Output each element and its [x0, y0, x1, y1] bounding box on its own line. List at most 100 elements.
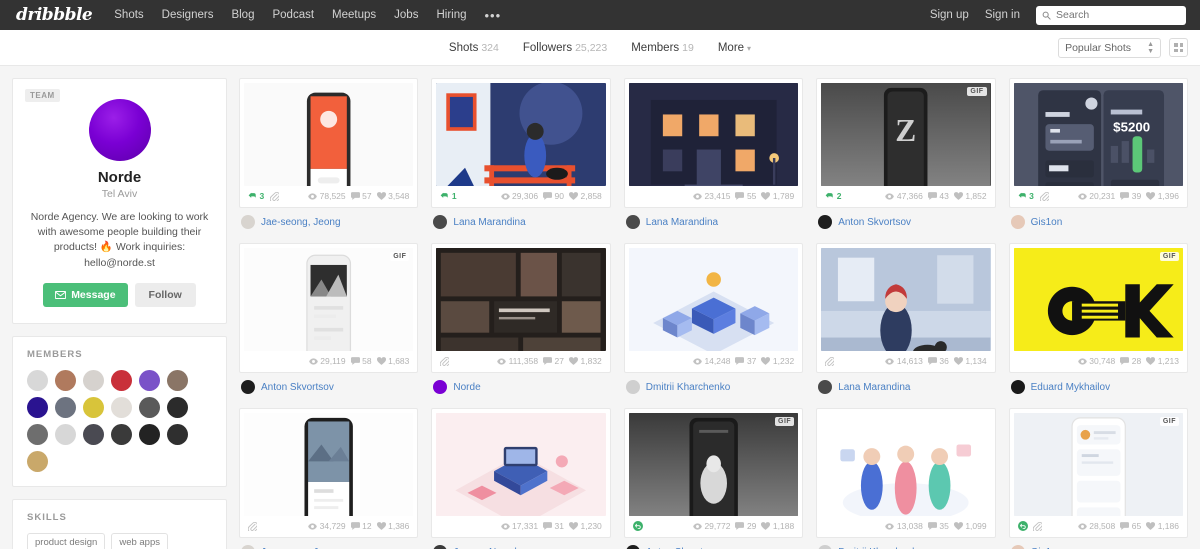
tab-members[interactable]: Members19 [631, 42, 694, 54]
dribbble-logo[interactable]: dribbble [10, 5, 92, 25]
shot-author[interactable]: Jae-seong, Jeong [239, 208, 418, 229]
shot-author-name[interactable]: Lana Marandina [646, 217, 718, 228]
member-avatar[interactable] [83, 397, 104, 418]
shot-author-name[interactable]: Norde [453, 382, 480, 393]
shot-author[interactable]: Joanna Nowak [431, 538, 610, 549]
member-avatar[interactable] [55, 424, 76, 445]
shot-author[interactable]: Anton Skvortsov [816, 208, 995, 229]
shot-thumbnail-wrapper[interactable]: GIF 28,508 65 1,186 [1009, 408, 1188, 538]
shot-card[interactable]: 13,038 35 1,099 Dmitrii Kharchenko [816, 408, 995, 549]
shot-card[interactable]: GIF 29,772 29 1,188 Anton Skvortsov [624, 408, 803, 549]
shot-author-name[interactable]: Anton Skvortsov [261, 382, 334, 393]
sort-select[interactable]: Popular Shots ▲▼ [1058, 38, 1161, 58]
shot-author[interactable]: Lana Marandina [431, 208, 610, 229]
member-avatar[interactable] [167, 397, 188, 418]
shot-thumbnail[interactable] [821, 413, 990, 516]
shot-thumbnail[interactable]: GIF [244, 248, 413, 351]
shot-author-name[interactable]: Dmitrii Kharchenko [646, 382, 730, 393]
member-avatar[interactable] [139, 370, 160, 391]
nav-link-hiring[interactable]: Hiring [436, 9, 466, 21]
shot-thumbnail-wrapper[interactable]: 34,729 12 1,386 [239, 408, 418, 538]
tab-followers[interactable]: Followers25,223 [523, 42, 607, 54]
shot-thumbnail[interactable]: GIF [629, 413, 798, 516]
nav-link-jobs[interactable]: Jobs [394, 9, 418, 21]
shot-thumbnail-wrapper[interactable]: GIF 30,748 28 1,213 [1009, 243, 1188, 373]
nav-link-podcast[interactable]: Podcast [272, 9, 314, 21]
skill-chip[interactable]: web apps [111, 533, 168, 549]
tab-shots[interactable]: Shots324 [449, 42, 499, 54]
shot-thumbnail-wrapper[interactable]: Z GIF 2 47,366 43 1,852 [816, 78, 995, 208]
member-avatar[interactable] [167, 370, 188, 391]
shot-card[interactable]: 14,613 36 1,134 Lana Marandina [816, 243, 995, 394]
shot-thumbnail-wrapper[interactable]: GIF 29,772 29 1,188 [624, 408, 803, 538]
shot-author[interactable]: Gis1on [1009, 538, 1188, 549]
shot-thumbnail[interactable]: GIF [1014, 413, 1183, 516]
member-avatar[interactable] [83, 370, 104, 391]
shot-thumbnail[interactable] [436, 248, 605, 351]
shot-author[interactable]: Norde [431, 373, 610, 394]
sign-in-link[interactable]: Sign in [985, 9, 1020, 21]
shot-card[interactable]: 3 78,525 57 3,548 Jae-seong, Jeong [239, 78, 418, 229]
shot-card[interactable]: 17,331 31 1,230 Joanna Nowak [431, 408, 610, 549]
shot-card[interactable]: 1 29,306 90 2,858 Lana Marandina [431, 78, 610, 229]
member-avatar[interactable] [139, 397, 160, 418]
shot-author[interactable]: Eduard Mykhailov [1009, 373, 1188, 394]
shot-card[interactable]: 34,729 12 1,386 Jae-seong, Jeong [239, 408, 418, 549]
member-avatar[interactable] [111, 370, 132, 391]
shot-author[interactable]: Lana Marandina [816, 373, 995, 394]
shot-thumbnail[interactable] [821, 248, 990, 351]
member-avatar[interactable] [111, 424, 132, 445]
member-avatar[interactable] [83, 424, 104, 445]
shot-author[interactable]: Dmitrii Kharchenko [624, 373, 803, 394]
search-box[interactable] [1036, 6, 1186, 25]
shot-author-name[interactable]: Eduard Mykhailov [1031, 382, 1110, 393]
shot-thumbnail-wrapper[interactable]: $5200 3 20,231 39 1,396 [1009, 78, 1188, 208]
follow-button[interactable]: Follow [135, 283, 196, 307]
shot-author[interactable]: Anton Skvortsov [239, 373, 418, 394]
nav-link-shots[interactable]: Shots [114, 9, 143, 21]
shot-author[interactable]: Jae-seong, Jeong [239, 538, 418, 549]
shot-thumbnail[interactable] [436, 413, 605, 516]
member-avatar[interactable] [111, 397, 132, 418]
tab-more[interactable]: More▾ [718, 42, 751, 54]
shot-author[interactable]: Lana Marandina [624, 208, 803, 229]
shot-thumbnail[interactable] [629, 248, 798, 351]
nav-link-designers[interactable]: Designers [162, 9, 214, 21]
shot-thumbnail-wrapper[interactable]: 111,358 27 1,832 [431, 243, 610, 373]
member-avatar[interactable] [139, 424, 160, 445]
shot-author-name[interactable]: Lana Marandina [453, 217, 525, 228]
ellipsis-icon[interactable]: ••• [485, 8, 502, 23]
shot-thumbnail-wrapper[interactable]: 1 29,306 90 2,858 [431, 78, 610, 208]
member-avatar[interactable] [27, 370, 48, 391]
member-avatar[interactable] [27, 451, 48, 472]
shot-thumbnail-wrapper[interactable]: 14,613 36 1,134 [816, 243, 995, 373]
member-avatar[interactable] [27, 424, 48, 445]
shot-card[interactable]: $5200 3 20,231 39 1,396 Gis1on [1009, 78, 1188, 229]
shot-card[interactable]: GIF 29,119 58 1,683 Anton Skvortsov [239, 243, 418, 394]
shot-author-name[interactable]: Anton Skvortsov [838, 217, 911, 228]
shot-thumbnail-wrapper[interactable]: 23,415 55 1,789 [624, 78, 803, 208]
message-button[interactable]: Message [43, 283, 127, 307]
member-avatar[interactable] [55, 370, 76, 391]
shot-thumbnail[interactable]: $5200 [1014, 83, 1183, 186]
shot-thumbnail[interactable] [629, 83, 798, 186]
nav-link-blog[interactable]: Blog [231, 9, 254, 21]
grid-view-icon[interactable] [1169, 38, 1188, 57]
member-avatar[interactable] [167, 424, 188, 445]
skill-chip[interactable]: product design [27, 533, 105, 549]
shot-card[interactable]: GIF 28,508 65 1,186 Gis1on [1009, 408, 1188, 549]
shot-card[interactable]: GIF 30,748 28 1,213 Eduard Mykhailov [1009, 243, 1188, 394]
shot-card[interactable]: Z GIF 2 47,366 43 1,852 Anton Skvortsov [816, 78, 995, 229]
shot-thumbnail-wrapper[interactable]: 3 78,525 57 3,548 [239, 78, 418, 208]
shot-author-name[interactable]: Jae-seong, Jeong [261, 217, 341, 228]
shot-author[interactable]: Dmitrii Kharchenko [816, 538, 995, 549]
shot-thumbnail[interactable] [244, 83, 413, 186]
shot-card[interactable]: 23,415 55 1,789 Lana Marandina [624, 78, 803, 229]
shot-card[interactable]: 111,358 27 1,832 Norde [431, 243, 610, 394]
shot-author[interactable]: Gis1on [1009, 208, 1188, 229]
shot-author-name[interactable]: Gis1on [1031, 217, 1063, 228]
shot-thumbnail-wrapper[interactable]: GIF 29,119 58 1,683 [239, 243, 418, 373]
shot-thumbnail-wrapper[interactable]: 14,248 37 1,232 [624, 243, 803, 373]
shot-thumbnail[interactable] [244, 413, 413, 516]
sign-up-link[interactable]: Sign up [930, 9, 969, 21]
